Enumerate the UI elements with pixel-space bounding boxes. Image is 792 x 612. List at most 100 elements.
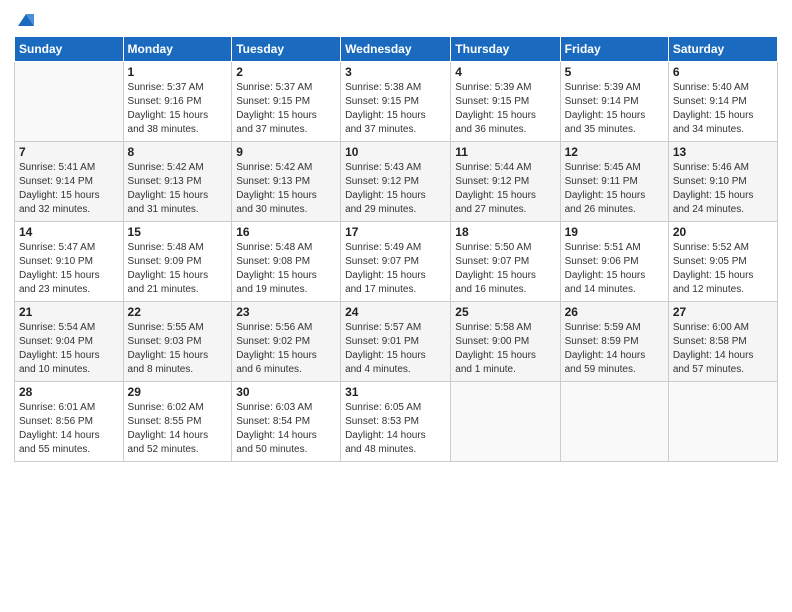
day-number: 24	[345, 305, 446, 319]
logo-icon	[16, 10, 36, 30]
calendar-cell: 12 Sunrise: 5:45 AMSunset: 9:11 PMDayligh…	[560, 142, 668, 222]
calendar-cell: 8 Sunrise: 5:42 AMSunset: 9:13 PMDaylight…	[123, 142, 232, 222]
day-number: 12	[565, 145, 664, 159]
calendar-cell: 17 Sunrise: 5:49 AMSunset: 9:07 PMDayligh…	[341, 222, 451, 302]
calendar-cell: 6Sunrise: 5:40 AMSunset: 9:14 PMDaylight…	[668, 62, 777, 142]
day-number: 18	[455, 225, 555, 239]
day-info: Sunrise: 5:50 AMSunset: 9:07 PMDaylight:…	[455, 241, 555, 297]
calendar-cell: 11 Sunrise: 5:44 AMSunset: 9:12 PMDayligh…	[451, 142, 560, 222]
day-header-tuesday: Tuesday	[232, 37, 341, 62]
calendar-cell: 31 Sunrise: 6:05 AMSunset: 8:53 PMDayligh…	[341, 382, 451, 462]
logo	[14, 10, 36, 30]
day-number: 5	[565, 65, 664, 79]
calendar-week-1: 1Sunrise: 5:37 AMSunset: 9:16 PMDaylight…	[15, 62, 778, 142]
day-number: 7	[19, 145, 119, 159]
day-number: 15	[128, 225, 228, 239]
calendar-cell: 1Sunrise: 5:37 AMSunset: 9:16 PMDaylight…	[123, 62, 232, 142]
calendar-cell: 4Sunrise: 5:39 AMSunset: 9:15 PMDaylight…	[451, 62, 560, 142]
day-info: Sunrise: 5:55 AMSunset: 9:03 PMDaylight:…	[128, 321, 228, 377]
calendar-cell: 7 Sunrise: 5:41 AMSunset: 9:14 PMDaylight…	[15, 142, 124, 222]
calendar-cell: 20Sunrise: 5:52 AMSunset: 9:05 PMDayligh…	[668, 222, 777, 302]
day-info: Sunrise: 5:37 AMSunset: 9:15 PMDaylight:…	[236, 81, 336, 137]
day-info: Sunrise: 5:49 AMSunset: 9:07 PMDaylight:…	[345, 241, 446, 297]
day-info: Sunrise: 5:44 AMSunset: 9:12 PMDaylight:…	[455, 161, 555, 217]
calendar-cell	[560, 382, 668, 462]
day-header-saturday: Saturday	[668, 37, 777, 62]
calendar-cell: 14Sunrise: 5:47 AMSunset: 9:10 PMDayligh…	[15, 222, 124, 302]
calendar-cell: 3 Sunrise: 5:38 AMSunset: 9:15 PMDaylight…	[341, 62, 451, 142]
calendar-cell: 19 Sunrise: 5:51 AMSunset: 9:06 PMDayligh…	[560, 222, 668, 302]
calendar-cell: 24 Sunrise: 5:57 AMSunset: 9:01 PMDayligh…	[341, 302, 451, 382]
day-number: 19	[565, 225, 664, 239]
day-info: Sunrise: 5:39 AMSunset: 9:15 PMDaylight:…	[455, 81, 555, 137]
day-number: 17	[345, 225, 446, 239]
day-info: Sunrise: 5:42 AMSunset: 9:13 PMDaylight:…	[128, 161, 228, 217]
calendar-cell	[668, 382, 777, 462]
calendar-cell: 9Sunrise: 5:42 AMSunset: 9:13 PMDaylight…	[232, 142, 341, 222]
header	[14, 10, 778, 30]
calendar-cell: 10Sunrise: 5:43 AMSunset: 9:12 PMDayligh…	[341, 142, 451, 222]
calendar-cell: 2 Sunrise: 5:37 AMSunset: 9:15 PMDaylight…	[232, 62, 341, 142]
day-header-wednesday: Wednesday	[341, 37, 451, 62]
day-number: 14	[19, 225, 119, 239]
calendar-cell: 27 Sunrise: 6:00 AMSunset: 8:58 PMDayligh…	[668, 302, 777, 382]
calendar-cell: 29 Sunrise: 6:02 AMSunset: 8:55 PMDayligh…	[123, 382, 232, 462]
calendar: SundayMondayTuesdayWednesdayThursdayFrid…	[14, 36, 778, 462]
day-header-monday: Monday	[123, 37, 232, 62]
day-number: 13	[673, 145, 773, 159]
day-header-sunday: Sunday	[15, 37, 124, 62]
day-info: Sunrise: 5:39 AMSunset: 9:14 PMDaylight:…	[565, 81, 664, 137]
calendar-cell: 21Sunrise: 5:54 AMSunset: 9:04 PMDayligh…	[15, 302, 124, 382]
day-info: Sunrise: 5:59 AMSunset: 8:59 PMDaylight:…	[565, 321, 664, 377]
day-info: Sunrise: 5:54 AMSunset: 9:04 PMDaylight:…	[19, 321, 119, 377]
day-info: Sunrise: 5:48 AMSunset: 9:08 PMDaylight:…	[236, 241, 336, 297]
day-info: Sunrise: 5:38 AMSunset: 9:15 PMDaylight:…	[345, 81, 446, 137]
day-header-thursday: Thursday	[451, 37, 560, 62]
day-number: 16	[236, 225, 336, 239]
day-number: 31	[345, 385, 446, 399]
day-info: Sunrise: 5:52 AMSunset: 9:05 PMDaylight:…	[673, 241, 773, 297]
calendar-week-4: 21Sunrise: 5:54 AMSunset: 9:04 PMDayligh…	[15, 302, 778, 382]
day-info: Sunrise: 5:51 AMSunset: 9:06 PMDaylight:…	[565, 241, 664, 297]
calendar-cell: 5 Sunrise: 5:39 AMSunset: 9:14 PMDaylight…	[560, 62, 668, 142]
day-number: 2	[236, 65, 336, 79]
calendar-cell: 25Sunrise: 5:58 AMSunset: 9:00 PMDayligh…	[451, 302, 560, 382]
calendar-header-row: SundayMondayTuesdayWednesdayThursdayFrid…	[15, 37, 778, 62]
day-number: 23	[236, 305, 336, 319]
day-info: Sunrise: 5:56 AMSunset: 9:02 PMDaylight:…	[236, 321, 336, 377]
day-info: Sunrise: 6:00 AMSunset: 8:58 PMDaylight:…	[673, 321, 773, 377]
calendar-week-5: 28Sunrise: 6:01 AMSunset: 8:56 PMDayligh…	[15, 382, 778, 462]
calendar-cell: 23 Sunrise: 5:56 AMSunset: 9:02 PMDayligh…	[232, 302, 341, 382]
calendar-cell: 18 Sunrise: 5:50 AMSunset: 9:07 PMDayligh…	[451, 222, 560, 302]
calendar-cell: 13 Sunrise: 5:46 AMSunset: 9:10 PMDayligh…	[668, 142, 777, 222]
calendar-cell: 15Sunrise: 5:48 AMSunset: 9:09 PMDayligh…	[123, 222, 232, 302]
calendar-week-2: 7 Sunrise: 5:41 AMSunset: 9:14 PMDaylight…	[15, 142, 778, 222]
calendar-cell	[451, 382, 560, 462]
day-number: 29	[128, 385, 228, 399]
calendar-cell: 30 Sunrise: 6:03 AMSunset: 8:54 PMDayligh…	[232, 382, 341, 462]
day-number: 1	[128, 65, 228, 79]
day-header-friday: Friday	[560, 37, 668, 62]
day-info: Sunrise: 6:03 AMSunset: 8:54 PMDaylight:…	[236, 401, 336, 457]
day-number: 25	[455, 305, 555, 319]
calendar-cell: 28Sunrise: 6:01 AMSunset: 8:56 PMDayligh…	[15, 382, 124, 462]
day-info: Sunrise: 5:41 AMSunset: 9:14 PMDaylight:…	[19, 161, 119, 217]
day-number: 30	[236, 385, 336, 399]
day-number: 27	[673, 305, 773, 319]
day-info: Sunrise: 5:46 AMSunset: 9:10 PMDaylight:…	[673, 161, 773, 217]
day-info: Sunrise: 6:05 AMSunset: 8:53 PMDaylight:…	[345, 401, 446, 457]
day-info: Sunrise: 5:42 AMSunset: 9:13 PMDaylight:…	[236, 161, 336, 217]
day-info: Sunrise: 5:45 AMSunset: 9:11 PMDaylight:…	[565, 161, 664, 217]
day-number: 26	[565, 305, 664, 319]
day-number: 3	[345, 65, 446, 79]
day-info: Sunrise: 5:40 AMSunset: 9:14 PMDaylight:…	[673, 81, 773, 137]
day-number: 8	[128, 145, 228, 159]
day-number: 10	[345, 145, 446, 159]
day-info: Sunrise: 6:01 AMSunset: 8:56 PMDaylight:…	[19, 401, 119, 457]
day-number: 22	[128, 305, 228, 319]
calendar-week-3: 14Sunrise: 5:47 AMSunset: 9:10 PMDayligh…	[15, 222, 778, 302]
day-info: Sunrise: 5:57 AMSunset: 9:01 PMDaylight:…	[345, 321, 446, 377]
calendar-cell: 16 Sunrise: 5:48 AMSunset: 9:08 PMDayligh…	[232, 222, 341, 302]
day-info: Sunrise: 6:02 AMSunset: 8:55 PMDaylight:…	[128, 401, 228, 457]
day-number: 11	[455, 145, 555, 159]
